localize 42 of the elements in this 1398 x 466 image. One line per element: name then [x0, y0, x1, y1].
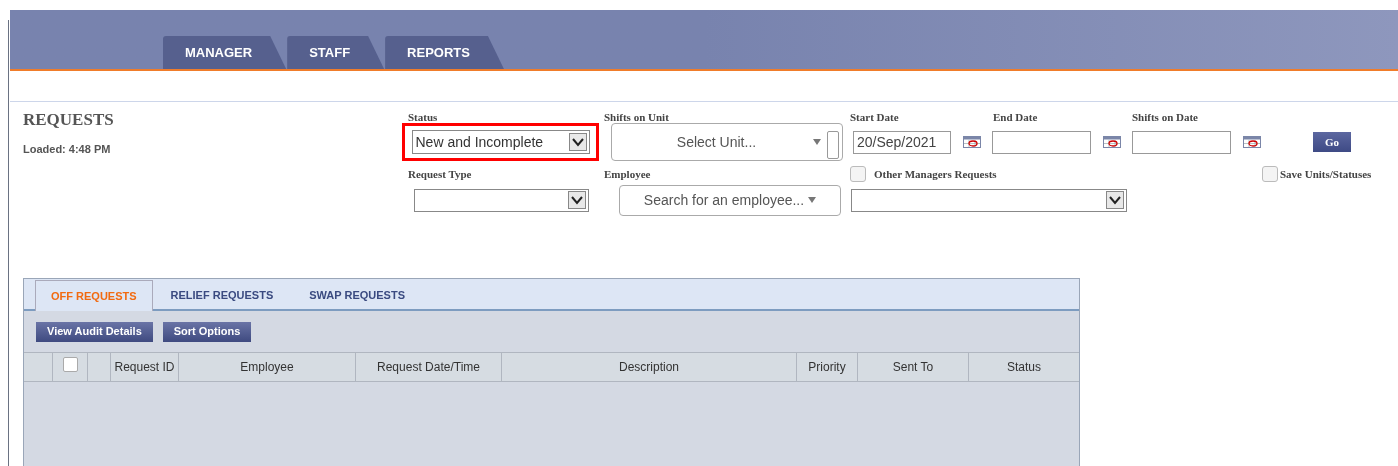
- nav-tab[interactable]: REPORTS: [385, 36, 504, 69]
- field-label: End Date: [993, 110, 1039, 120]
- field-label: Start Date: [850, 110, 900, 120]
- unit-select[interactable]: Select Unit...: [611, 123, 843, 161]
- nav-tab[interactable]: STAFF: [287, 36, 385, 69]
- field-label: Request Type: [408, 167, 473, 182]
- date-input[interactable]: [992, 130, 1091, 154]
- field-label: Shifts on Unit: [604, 110, 670, 120]
- field-label: Status: [408, 110, 439, 120]
- manager-dropdown[interactable]: [851, 188, 1127, 212]
- go-button[interactable]: Go: [1313, 132, 1351, 152]
- calendar-icon[interactable]: [1243, 136, 1261, 148]
- column-header[interactable]: Status: [969, 353, 1079, 381]
- loaded-time: Loaded: 4:48 PM: [23, 141, 112, 157]
- checkbox[interactable]: [1262, 165, 1278, 182]
- page-title: REQUESTS: [23, 109, 115, 131]
- field-label: Shifts on Date: [1132, 110, 1198, 120]
- field-label: Employee: [604, 167, 652, 182]
- field-label: Save Units/Statuses: [1280, 166, 1372, 182]
- toolbar-button[interactable]: View Audit Details: [36, 321, 153, 342]
- toolbar-button[interactable]: Sort Options: [162, 321, 252, 342]
- request-type-dropdown[interactable]: [414, 188, 589, 212]
- calendar-icon[interactable]: [963, 136, 981, 148]
- column-header[interactable]: Description: [502, 353, 797, 381]
- checkbox[interactable]: [850, 165, 866, 182]
- status-dropdown[interactable]: New and Incomplete: [411, 130, 590, 154]
- request-tab[interactable]: SWAP REQUESTS: [291, 281, 423, 309]
- date-input[interactable]: [1132, 130, 1231, 154]
- caret-icon: [808, 197, 817, 203]
- nav-tab[interactable]: MANAGER: [163, 36, 287, 69]
- employee-search[interactable]: Search for an employee...: [619, 184, 841, 216]
- field-label: Other Managers Requests: [874, 166, 997, 182]
- calendar-icon[interactable]: [1103, 136, 1121, 148]
- date-input[interactable]: 20/Sep/2021: [853, 130, 951, 154]
- column-header[interactable]: Employee: [179, 353, 356, 381]
- caret-icon: [813, 139, 821, 145]
- column-header[interactable]: Priority: [797, 353, 858, 381]
- column-header[interactable]: Request ID: [111, 353, 179, 381]
- checkbox[interactable]: [62, 357, 78, 372]
- request-tab[interactable]: RELIEF REQUESTS: [152, 281, 292, 309]
- column-header[interactable]: Sent To: [858, 353, 969, 381]
- column-header[interactable]: Request Date/Time: [356, 353, 502, 381]
